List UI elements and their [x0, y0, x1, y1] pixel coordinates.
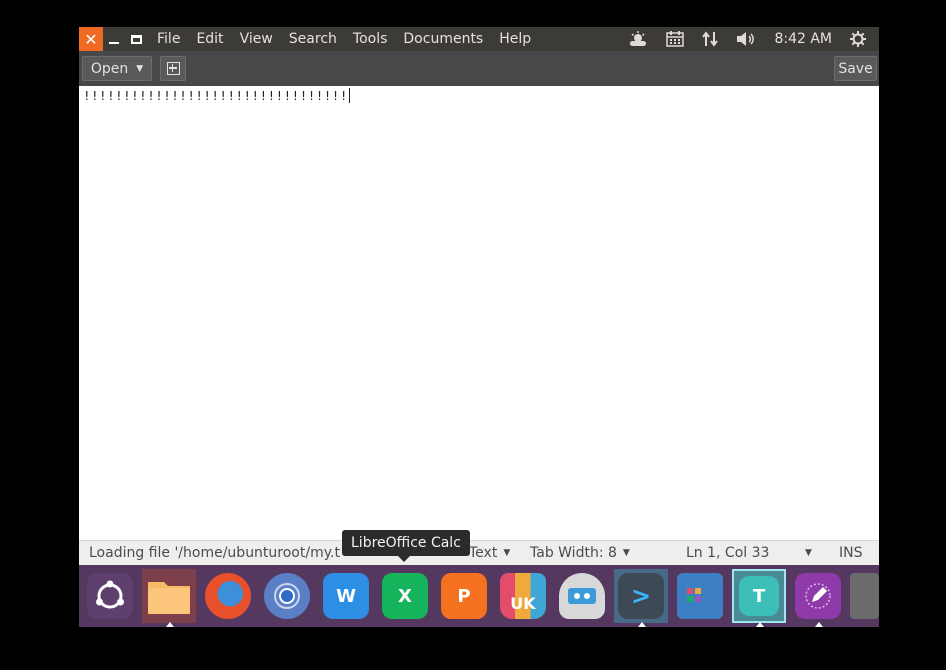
insert-mode-indicator: INS — [839, 545, 863, 561]
launcher-files[interactable] — [142, 569, 196, 627]
top-panel: ✕ File Edit View Search Tools Documents … — [79, 27, 879, 51]
indicator-area: 8:42 AM — [619, 27, 879, 51]
launcher-tooltip: LibreOffice Calc — [342, 530, 470, 562]
open-button[interactable]: Open ▼ — [82, 56, 152, 81]
running-indicator — [166, 622, 174, 627]
open-button-label: Open — [90, 60, 129, 77]
launcher-dock: W X P UK > T — [79, 565, 879, 627]
workspace-switcher-icon — [677, 573, 723, 619]
close-window-button[interactable]: ✕ — [79, 27, 103, 51]
chromium-icon — [264, 573, 310, 619]
chevron-down-icon[interactable]: ▼ — [805, 548, 812, 558]
chevron-down-icon: ▼ — [136, 63, 144, 74]
text-cursor — [348, 88, 350, 103]
launcher-terminal[interactable]: > — [614, 569, 668, 627]
tab-width-label: Tab Width: 8 — [530, 545, 617, 561]
launcher-ubuntu-dash[interactable] — [83, 569, 137, 623]
editor-content: !!!!!!!!!!!!!!!!!!!!!!!!!!!!!!!!! — [83, 88, 348, 103]
launcher-impress[interactable]: P — [437, 569, 491, 623]
launcher-writer[interactable]: W — [319, 569, 373, 623]
save-button[interactable]: Save — [834, 56, 877, 81]
maximize-window-button[interactable] — [125, 27, 147, 51]
tab-width-selector[interactable]: Tab Width: 8 ▼ — [530, 545, 630, 561]
launcher-software-center[interactable]: UK — [496, 569, 550, 623]
ubuntu-logo-icon — [87, 573, 133, 619]
chevron-down-icon: ▼ — [622, 548, 630, 558]
menu-bar: File Edit View Search Tools Documents He… — [157, 27, 539, 51]
running-indicator — [815, 622, 823, 627]
menu-help[interactable]: Help — [491, 27, 539, 51]
gear-icon[interactable] — [850, 31, 866, 47]
trash-icon — [850, 573, 879, 619]
new-tab-icon — [166, 62, 180, 75]
close-icon: ✕ — [84, 29, 98, 49]
menu-file[interactable]: File — [157, 27, 188, 51]
menu-search[interactable]: Search — [281, 27, 345, 51]
launcher-workspaces[interactable] — [673, 569, 727, 623]
maximize-icon — [130, 34, 142, 44]
new-document-button[interactable] — [160, 56, 186, 81]
weather-icon[interactable] — [628, 31, 648, 47]
clock[interactable]: 8:42 AM — [774, 31, 832, 47]
launcher-calc[interactable]: X — [378, 569, 432, 623]
text-editor-area[interactable]: !!!!!!!!!!!!!!!!!!!!!!!!!!!!!!!!! — [79, 86, 879, 540]
launcher-text-editor[interactable]: T — [732, 569, 786, 627]
shopping-bag-icon: UK — [500, 573, 546, 619]
language-selector[interactable]: Text ▼ — [469, 545, 510, 561]
status-loading-message: Loading file '/home/ubunturoot/my.t — [89, 545, 340, 561]
running-indicator — [756, 622, 764, 627]
network-transfer-icon[interactable] — [702, 31, 719, 47]
language-label: Text — [469, 545, 498, 561]
word-icon: W — [323, 573, 369, 619]
folder-icon — [146, 573, 192, 619]
spreadsheet-icon: X — [382, 573, 428, 619]
firefox-icon — [205, 573, 251, 619]
launcher-chromium[interactable] — [260, 569, 314, 623]
status-bar: Loading file '/home/ubunturoot/my.t Text… — [79, 540, 879, 566]
menu-view[interactable]: View — [232, 27, 281, 51]
menu-tools[interactable]: Tools — [345, 27, 396, 51]
terminal-icon: > — [618, 573, 664, 619]
menu-documents[interactable]: Documents — [395, 27, 491, 51]
launcher-trash[interactable] — [850, 569, 879, 623]
volume-icon[interactable] — [736, 31, 756, 47]
presentation-icon: P — [441, 573, 487, 619]
minimize-window-button[interactable] — [103, 27, 125, 51]
pen-icon — [795, 573, 841, 619]
text-editor-icon: T — [739, 576, 779, 616]
running-indicator — [638, 622, 646, 627]
remote-desktop-icon — [559, 573, 605, 619]
calendar-icon[interactable] — [666, 31, 685, 47]
launcher-remote-desktop[interactable] — [555, 569, 609, 623]
desktop-screen: ✕ File Edit View Search Tools Documents … — [79, 27, 879, 627]
cursor-position[interactable]: Ln 1, Col 33 — [686, 545, 769, 561]
launcher-editor-alt[interactable] — [791, 569, 845, 627]
chevron-down-icon: ▼ — [503, 548, 511, 558]
minimize-icon — [109, 42, 119, 44]
launcher-firefox[interactable] — [201, 569, 255, 623]
editor-toolbar: Open ▼ Save — [79, 51, 879, 86]
menu-edit[interactable]: Edit — [188, 27, 231, 51]
